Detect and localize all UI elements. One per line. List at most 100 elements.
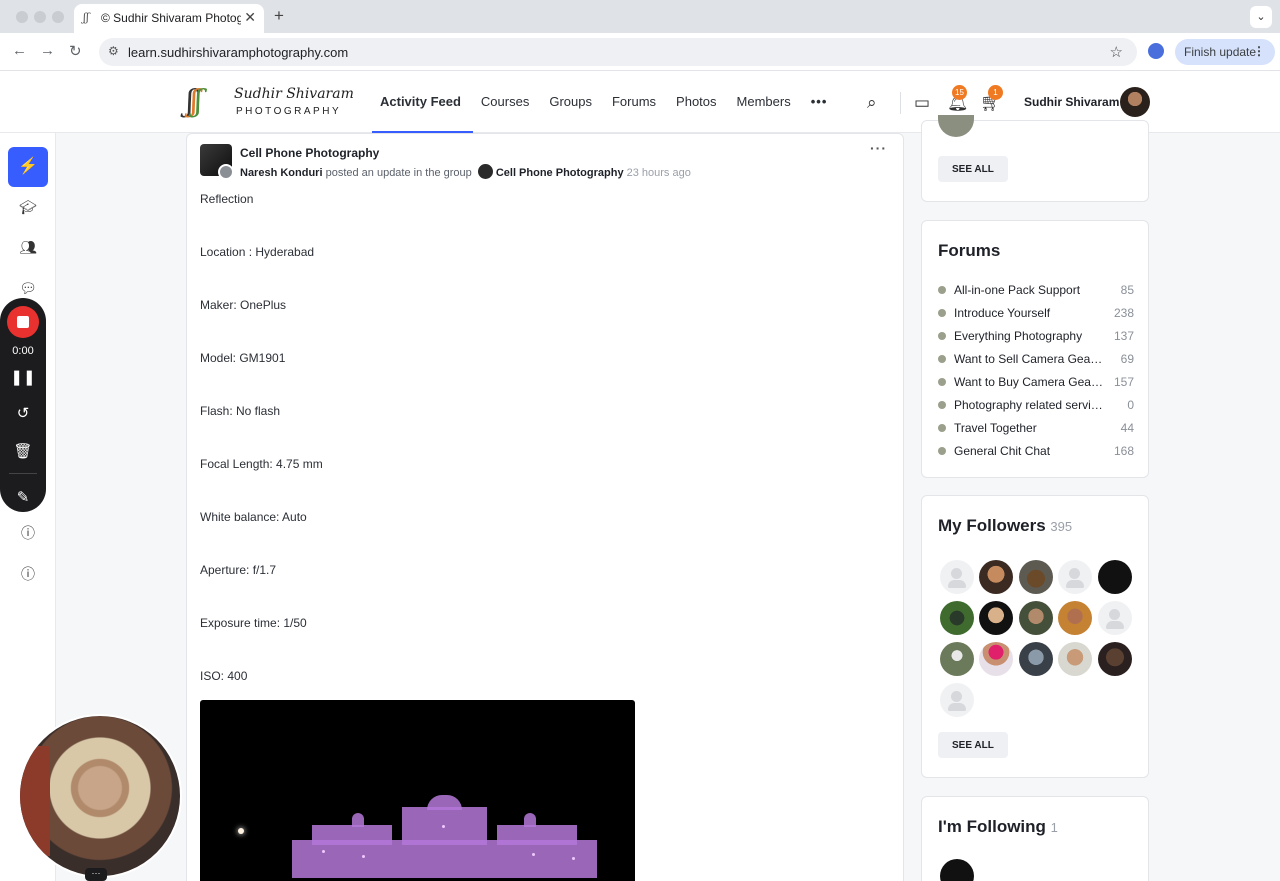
forum-list-item[interactable]: All-in-one Pack Support 85 bbox=[938, 282, 1134, 298]
forum-list-item[interactable]: Want to Buy Camera Gear... 157 bbox=[938, 374, 1134, 390]
forum-list-item[interactable]: Photography related services 0 bbox=[938, 397, 1134, 413]
forum-name[interactable]: Photography related services bbox=[954, 398, 1104, 412]
info-icon[interactable]: ⓘ bbox=[14, 519, 42, 547]
forum-count: 168 bbox=[1113, 444, 1134, 458]
nav-groups[interactable]: Groups bbox=[541, 71, 604, 133]
forum-name[interactable]: Introduce Yourself bbox=[954, 306, 1104, 320]
post-options-icon[interactable]: ··· bbox=[870, 140, 887, 156]
profile-avatar-icon[interactable] bbox=[1148, 43, 1164, 59]
following-avatar[interactable] bbox=[940, 859, 974, 881]
webcam-options-icon[interactable]: ··· bbox=[85, 868, 107, 881]
post-group-title[interactable]: Cell Phone Photography bbox=[240, 146, 379, 160]
header-user-name[interactable]: Sudhir Shivaram bbox=[1024, 95, 1119, 109]
pen-draw-icon[interactable]: ✎ bbox=[0, 488, 46, 506]
restart-icon[interactable]: ↺ bbox=[0, 404, 46, 422]
nav-more-icon[interactable]: ••• bbox=[803, 71, 840, 133]
forward-arrow-icon[interactable]: → bbox=[40, 42, 55, 59]
post-photo[interactable] bbox=[200, 700, 635, 881]
follower-avatar[interactable] bbox=[1058, 642, 1092, 676]
pause-icon[interactable]: ❚❚ bbox=[0, 368, 46, 386]
window-close-button[interactable] bbox=[16, 11, 28, 23]
nav-photos[interactable]: Photos bbox=[668, 71, 728, 133]
forum-list-item[interactable]: General Chit Chat 168 bbox=[938, 443, 1134, 459]
forums-widget-title: Forums bbox=[938, 241, 1001, 260]
post-group-link[interactable]: Cell Phone Photography bbox=[496, 167, 624, 179]
post-text-line: White balance: Auto bbox=[200, 510, 307, 524]
search-icon[interactable]: ⌕ bbox=[867, 93, 877, 113]
forum-name[interactable]: General Chit Chat bbox=[954, 444, 1104, 458]
forum-list-item[interactable]: Everything Photography 137 bbox=[938, 328, 1134, 344]
follower-avatar[interactable] bbox=[940, 683, 974, 717]
url-text[interactable]: learn.sudhirshivaramphotography.com bbox=[128, 45, 348, 60]
follower-avatar[interactable] bbox=[940, 601, 974, 635]
new-tab-button[interactable]: + bbox=[274, 6, 284, 26]
forum-count: 69 bbox=[1120, 352, 1134, 366]
follower-avatar[interactable] bbox=[1098, 642, 1132, 676]
courses-graduation-cap-icon[interactable]: 🎓︎ bbox=[14, 193, 42, 221]
address-bar[interactable]: ⚙ learn.sudhirshivaramphotography.com ☆ bbox=[99, 38, 1137, 66]
groups-people-icon[interactable]: 👥︎ bbox=[14, 233, 42, 261]
group-avatar[interactable] bbox=[938, 115, 974, 137]
follower-avatar[interactable] bbox=[1019, 642, 1053, 676]
nav-members[interactable]: Members bbox=[729, 71, 803, 133]
forum-bullet bbox=[938, 424, 946, 432]
forum-bullet bbox=[938, 355, 946, 363]
follower-avatar[interactable] bbox=[979, 560, 1013, 594]
forum-name[interactable]: Want to Sell Camera Gear ... bbox=[954, 352, 1104, 366]
window-maximize-button[interactable] bbox=[52, 11, 64, 23]
post-author-link[interactable]: Naresh Konduri bbox=[240, 167, 323, 179]
poster-avatar[interactable] bbox=[218, 164, 234, 180]
nav-courses[interactable]: Courses bbox=[473, 71, 541, 133]
nav-forums[interactable]: Forums bbox=[604, 71, 668, 133]
followers-see-all-button[interactable]: SEE ALL bbox=[938, 732, 1008, 758]
browser-tab[interactable]: ʃʃ © Sudhir Shivaram Photography ✕ bbox=[74, 4, 264, 33]
screen-recorder-widget: 0:00 ❚❚ ↺ 🗑︎ ✎ bbox=[0, 298, 46, 512]
nav-activity-feed[interactable]: Activity Feed bbox=[372, 71, 473, 133]
forum-list-item[interactable]: Want to Sell Camera Gear ... 69 bbox=[938, 351, 1134, 367]
follower-avatar[interactable] bbox=[1019, 601, 1053, 635]
forum-name[interactable]: Everything Photography bbox=[954, 329, 1104, 343]
post-action-text: posted an update in the group bbox=[325, 167, 472, 179]
follower-avatar[interactable] bbox=[979, 601, 1013, 635]
record-stop-button[interactable] bbox=[7, 306, 39, 338]
forum-list-item[interactable]: Travel Together 44 bbox=[938, 420, 1134, 436]
window-minimize-button[interactable] bbox=[34, 11, 46, 23]
finish-update-button[interactable]: Finish update ⋮ bbox=[1175, 39, 1275, 65]
follower-avatar[interactable] bbox=[940, 642, 974, 676]
post-text-line: Flash: No flash bbox=[200, 404, 281, 418]
post-text-line: ISO: 400 bbox=[200, 669, 248, 683]
forum-name[interactable]: Travel Together bbox=[954, 421, 1104, 435]
reload-icon[interactable]: ↻ bbox=[69, 42, 82, 60]
site-settings-icon[interactable]: ⚙ bbox=[108, 44, 119, 58]
trash-icon[interactable]: 🗑︎ bbox=[0, 442, 46, 460]
info-icon-secondary[interactable]: ⓘ bbox=[14, 560, 42, 588]
follower-avatar[interactable] bbox=[1098, 560, 1132, 594]
following-widget: I'm Following 1 bbox=[921, 796, 1149, 881]
site-logo[interactable]: ʃʃʃ Sudhir Shivaram PHOTOGRAPHY bbox=[186, 84, 354, 120]
forum-name[interactable]: Want to Buy Camera Gear... bbox=[954, 375, 1104, 389]
follower-avatar[interactable] bbox=[979, 642, 1013, 676]
follower-avatar[interactable] bbox=[1058, 601, 1092, 635]
forum-bullet bbox=[938, 286, 946, 294]
forum-list-item[interactable]: Introduce Yourself 238 bbox=[938, 305, 1134, 321]
post-timestamp[interactable]: 23 hours ago bbox=[627, 167, 691, 179]
follower-avatar[interactable] bbox=[1058, 560, 1092, 594]
follower-avatar[interactable] bbox=[940, 560, 974, 594]
photo-illuminated-palace bbox=[292, 795, 597, 881]
forum-count: 157 bbox=[1113, 375, 1134, 389]
forum-name[interactable]: All-in-one Pack Support bbox=[954, 283, 1104, 297]
activity-icon[interactable]: ⚡ bbox=[8, 147, 48, 187]
follower-avatar[interactable] bbox=[1019, 560, 1053, 594]
webcam-preview[interactable] bbox=[18, 714, 182, 878]
tab-close-icon[interactable]: ✕ bbox=[244, 9, 256, 26]
header-user-avatar[interactable] bbox=[1120, 87, 1150, 117]
browser-menu-icon[interactable]: ⋮ bbox=[1253, 44, 1265, 58]
tab-search-chevron-icon[interactable]: ⌄ bbox=[1250, 6, 1272, 28]
forum-count: 85 bbox=[1120, 283, 1134, 297]
photo-light-point bbox=[238, 828, 244, 834]
back-arrow-icon[interactable]: ← bbox=[12, 42, 27, 59]
follower-avatar[interactable] bbox=[1098, 601, 1132, 635]
bookmark-star-icon[interactable]: ☆ bbox=[1110, 43, 1123, 61]
groups-see-all-button[interactable]: SEE ALL bbox=[938, 156, 1008, 182]
inbox-icon[interactable]: ▭ bbox=[914, 93, 930, 113]
